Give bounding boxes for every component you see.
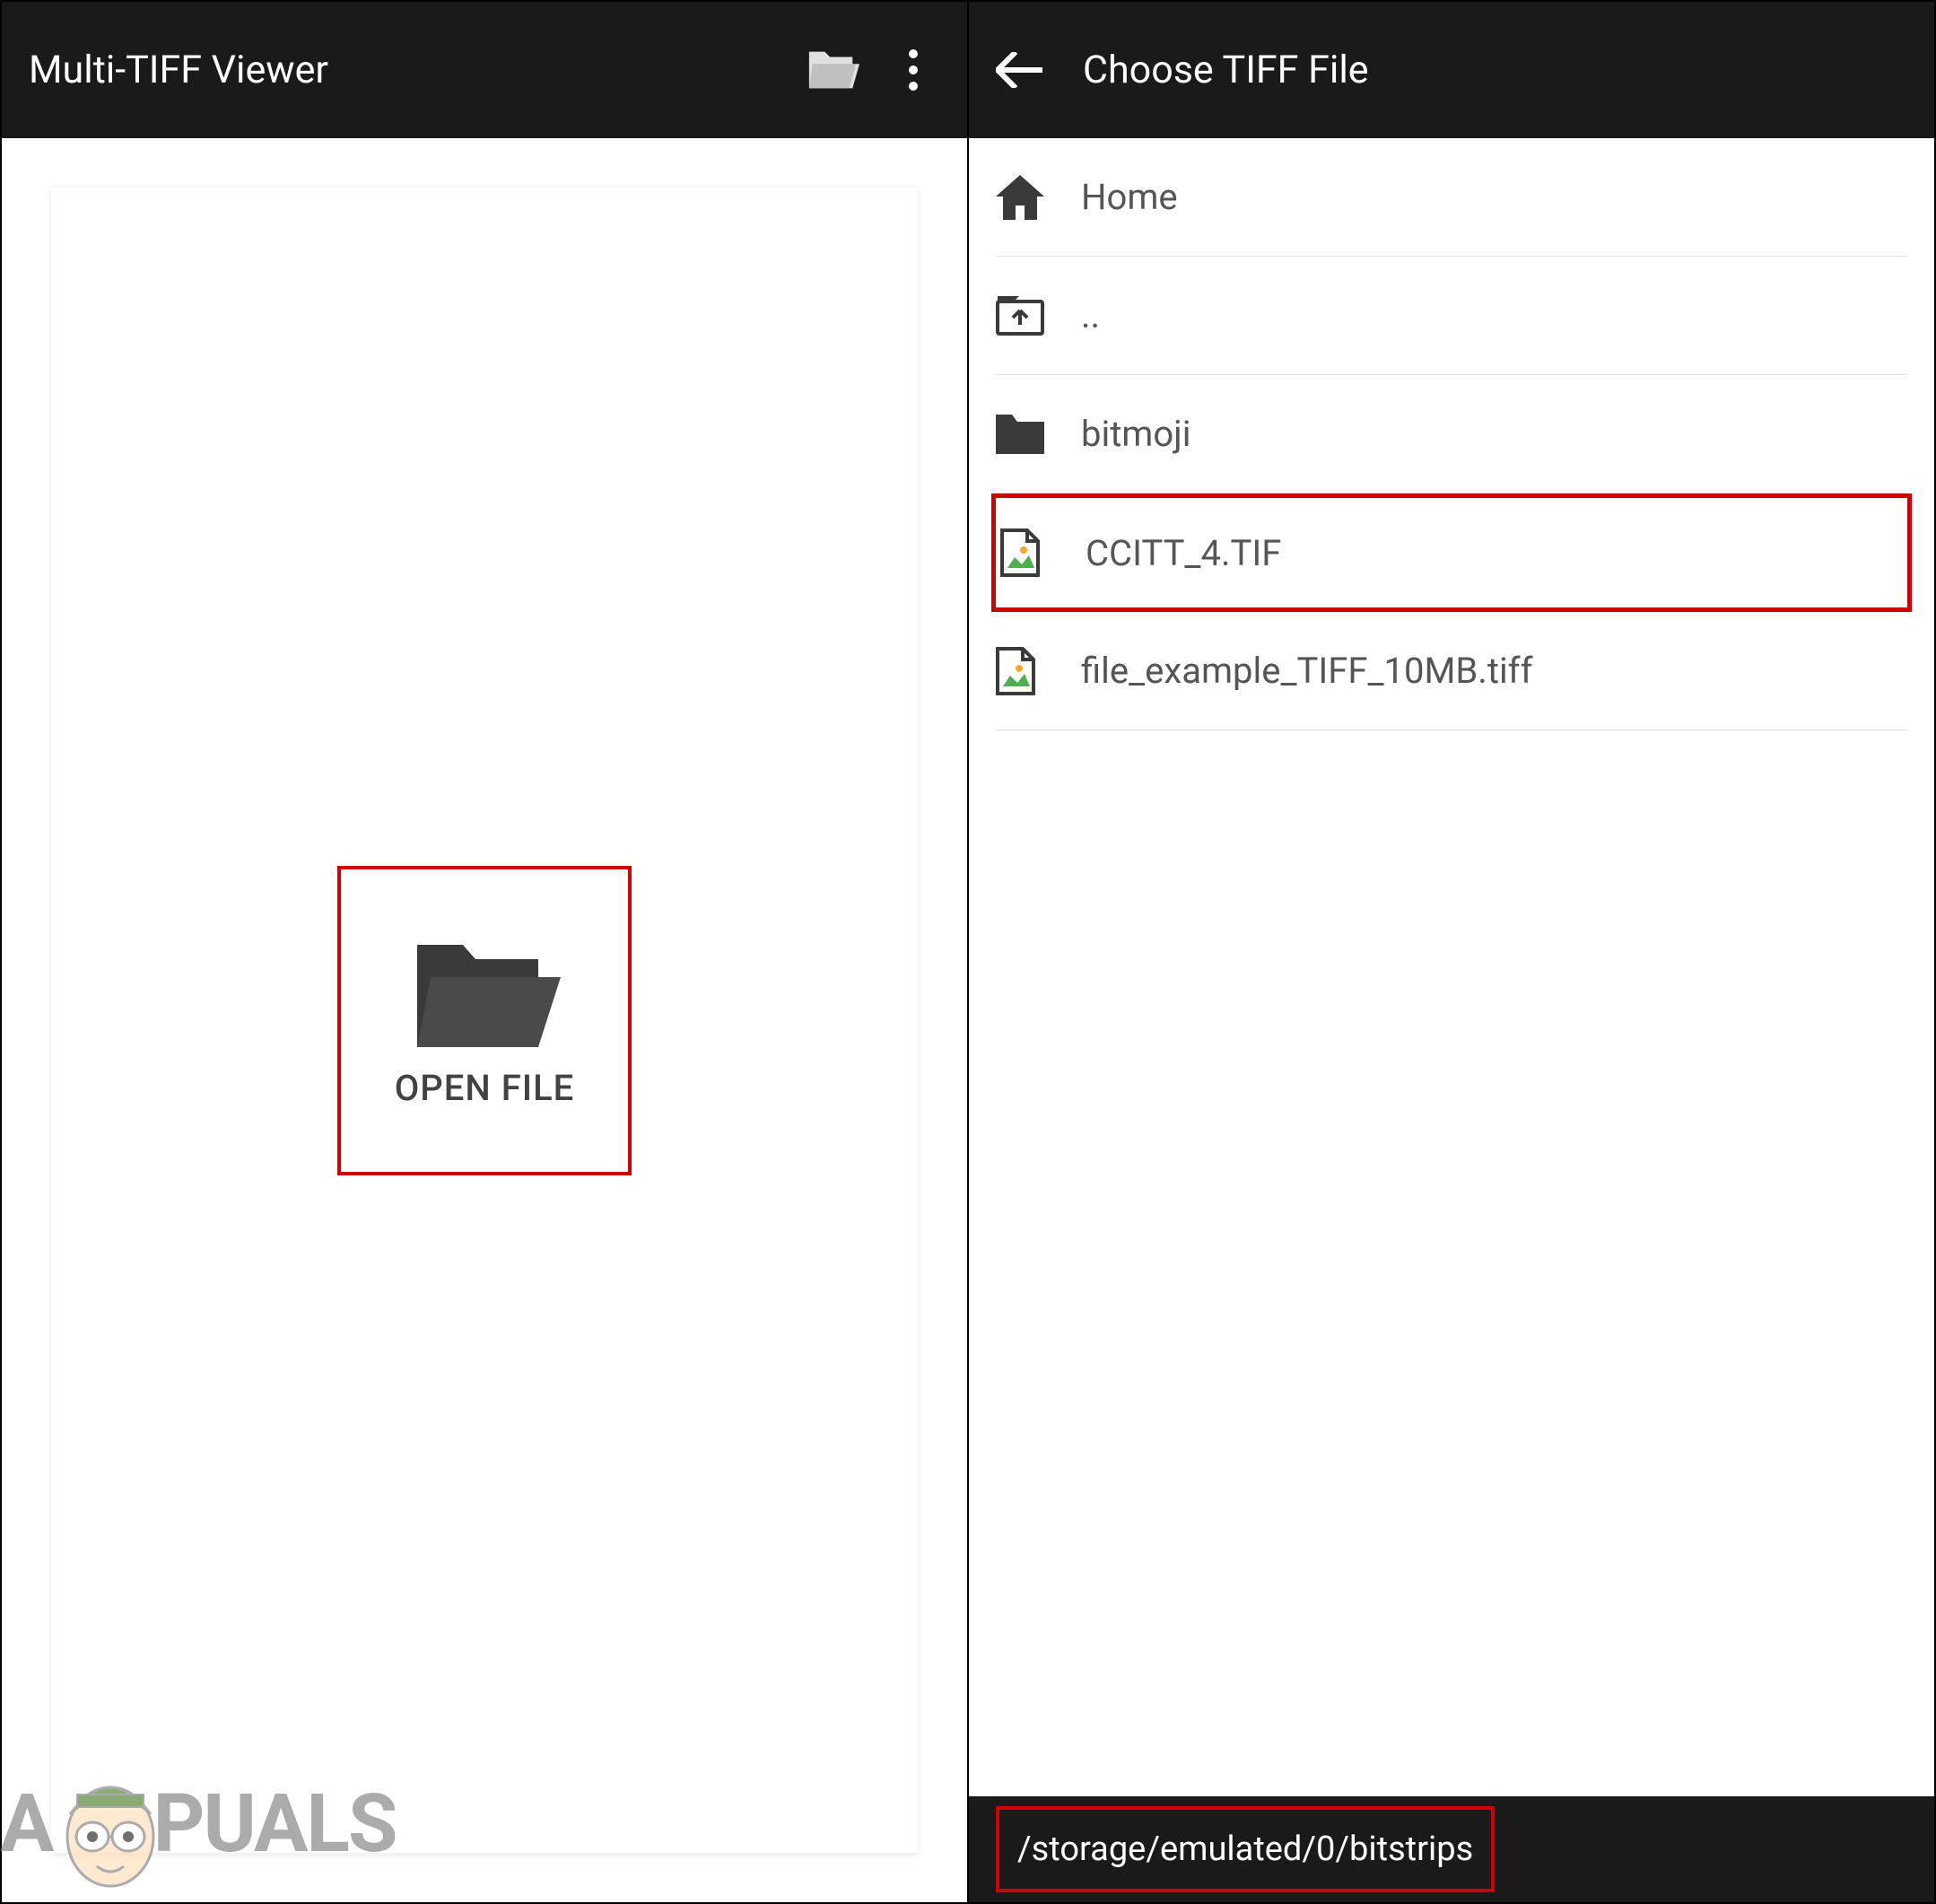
file-item-ccitt[interactable]: CCITT_4.TIF xyxy=(991,493,1912,612)
file-item-folder-bitmoji[interactable]: bitmoji xyxy=(996,375,1907,493)
current-path: /storage/emulated/0/bitstrips xyxy=(996,1806,1495,1892)
file-item-example-tiff[interactable]: file_example_TIFF_10MB.tiff xyxy=(996,612,1907,730)
chooser-app-bar: Choose TIFF File xyxy=(969,2,1934,138)
folder-icon xyxy=(996,415,1050,454)
path-bar: /storage/emulated/0/bitstrips xyxy=(969,1796,1934,1902)
folder-up-icon xyxy=(996,296,1050,336)
viewer-title: Multi-TIFF Viewer xyxy=(29,48,779,92)
watermark-text-after: PUALS xyxy=(153,1777,396,1871)
viewer-app-bar: Multi-TIFF Viewer xyxy=(2,2,967,138)
file-list[interactable]: Home .. xyxy=(969,138,1934,1796)
viewer-panel: Multi-TIFF Viewer xyxy=(2,2,969,1902)
folder-open-icon[interactable] xyxy=(806,43,859,97)
watermark: A PUALS xyxy=(0,1751,396,1895)
viewer-content: OPEN FILE xyxy=(2,138,967,1902)
file-chooser-panel: Choose TIFF File Home xyxy=(969,2,1934,1902)
file-item-label: CCITT_4.TIF xyxy=(1086,532,1281,574)
watermark-avatar-icon xyxy=(52,1751,169,1895)
image-file-icon xyxy=(1000,528,1054,577)
watermark-text-before: A xyxy=(0,1777,52,1871)
home-icon xyxy=(996,175,1050,220)
image-file-icon xyxy=(996,647,1050,695)
back-arrow-icon[interactable] xyxy=(996,52,1042,88)
chooser-title: Choose TIFF File xyxy=(1083,48,1907,92)
folder-open-large-icon xyxy=(404,932,565,1053)
file-item-parent[interactable]: .. xyxy=(996,257,1907,375)
file-item-home[interactable]: Home xyxy=(996,138,1907,257)
viewer-card: OPEN FILE xyxy=(51,188,918,1853)
chooser-content: Home .. xyxy=(969,138,1934,1902)
open-file-label: OPEN FILE xyxy=(395,1067,575,1109)
file-item-label: file_example_TIFF_10MB.tiff xyxy=(1081,650,1532,692)
open-file-button[interactable]: OPEN FILE xyxy=(337,866,632,1175)
file-item-label: .. xyxy=(1081,294,1100,336)
file-item-label: bitmoji xyxy=(1081,413,1190,455)
overflow-menu-icon[interactable] xyxy=(886,43,940,97)
file-item-label: Home xyxy=(1081,176,1178,218)
